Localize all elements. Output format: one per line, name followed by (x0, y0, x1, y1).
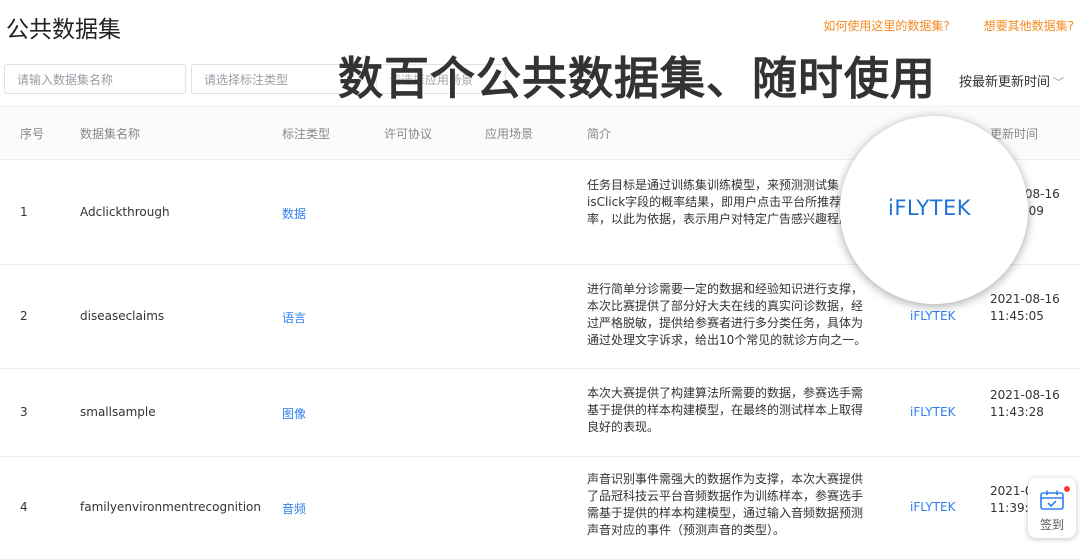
row-description: 声音识别事件需强大的数据作为支撑，本次大赛提供了品冠科技云平台音频数据作为训练样… (587, 472, 864, 537)
sign-in-label: 签到 (1039, 518, 1064, 532)
page-title: 公共数据集 (6, 17, 121, 43)
row-description: 进行简单分诊需要一定的数据和经验知识进行支撑，本次比赛提供了部分好大夫在线的真实… (587, 282, 867, 347)
row-type[interactable]: 语言 (282, 309, 306, 326)
sort-select[interactable]: 按最新更新时间 ﹀ (959, 71, 1064, 90)
header-name: 数据集名称 (80, 127, 141, 141)
row-org: iFLYTEK (910, 309, 956, 323)
header-scene: 应用场景 (485, 127, 534, 141)
chevron-down-icon: ﹀ (1053, 76, 1064, 89)
row-name[interactable]: smallsample (80, 405, 156, 419)
header-index: 序号 (20, 127, 45, 141)
calendar-icon (1040, 490, 1064, 510)
row-type[interactable]: 图像 (282, 405, 306, 422)
row-name[interactable]: diseaseclaims (80, 309, 164, 323)
sign-in-button[interactable]: 签到 (1028, 478, 1076, 538)
how-to-use-link[interactable]: 如何使用这里的数据集? (823, 19, 949, 33)
row-index: 2 (20, 309, 28, 323)
row-description: 本次大赛提供了构建算法所需要的数据，参赛选手需基于提供的样本构建模型，在最终的测… (587, 386, 864, 434)
sort-label: 按最新更新时间 (958, 75, 1050, 90)
row-org: iFLYTEK (910, 405, 956, 419)
row-index: 1 (20, 205, 28, 219)
row-time: 2021-08-16 11:45:05 (990, 292, 1060, 323)
row-type[interactable]: 数据 (282, 205, 306, 222)
row-index: 4 (20, 500, 28, 514)
magnifier-lens: iFLYTEK (840, 116, 1028, 304)
header-license: 许可协议 (384, 127, 433, 141)
dataset-name-input[interactable]: 请输入数据集名称 (4, 64, 186, 94)
row-description: 任务目标是通过训练集训练模型，来预测测试集isClick字段的概率结果，即用户点… (587, 178, 866, 226)
row-type[interactable]: 音频 (282, 500, 306, 517)
header-description: 简介 (587, 127, 612, 141)
table-row[interactable]: 4 familyenvironmentrecognition 音频 声音识别事件… (0, 457, 1080, 560)
header-type: 标注类型 (282, 127, 331, 141)
row-name[interactable]: familyenvironmentrecognition (80, 500, 261, 514)
row-index: 3 (20, 405, 28, 419)
notification-dot (1064, 486, 1070, 492)
top-links: 如何使用这里的数据集? 想要其他数据集? (793, 17, 1074, 34)
row-name[interactable]: Adclickthrough (80, 205, 170, 219)
promo-banner: 数百个公共数据集、随时使用 (338, 52, 937, 105)
row-time: 2021-08-16 11:43:28 (990, 388, 1060, 419)
row-org: iFLYTEK (910, 500, 956, 514)
magnified-org-label: iFLYTEK (888, 196, 972, 220)
want-more-link[interactable]: 想要其他数据集? (984, 19, 1074, 33)
table-row[interactable]: 3 smallsample 图像 本次大赛提供了构建算法所需要的数据，参赛选手需… (0, 369, 1080, 457)
